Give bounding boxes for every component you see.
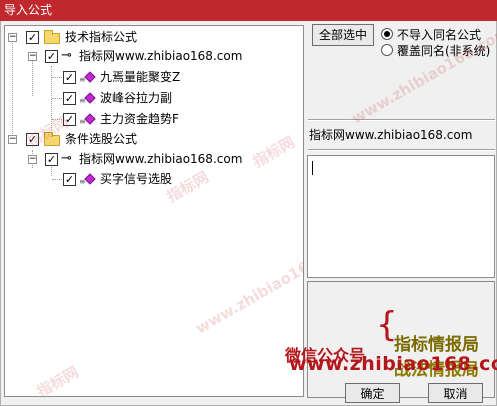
formula-tree[interactable]: − ✓ 技术指标公式 − ✓ ⊸ 指标网www.zhibiao168.com ✓…	[4, 25, 304, 397]
radio-skip-duplicates[interactable]	[381, 28, 393, 40]
formula-mark-icon: ≡	[79, 96, 86, 105]
item-checkbox[interactable]: ✓	[63, 92, 76, 105]
key-icon: ⊸	[61, 151, 72, 166]
tree-connector	[52, 98, 62, 99]
formula-mark-icon: ≡	[79, 177, 86, 186]
source-checkbox[interactable]: ✓	[45, 50, 58, 63]
promo-url: www.zhibiao168.com	[289, 353, 497, 375]
promo-line-1: 指标情报局	[394, 335, 479, 355]
source-info-text: 指标网www.zhibiao168.com	[309, 128, 473, 142]
radio-overwrite-duplicates[interactable]	[381, 44, 393, 56]
formula-description-box[interactable]	[307, 155, 495, 278]
tree-item[interactable]: ✓ ≡ 波峰谷拉力副	[5, 89, 295, 107]
formula-gem-icon	[84, 113, 96, 125]
tree-item[interactable]: ✓ ≡ 买字信号选股	[5, 170, 295, 188]
item-label: 九焉量能聚变Z	[100, 70, 181, 84]
source-label: 指标网www.zhibiao168.com	[79, 152, 243, 166]
item-label: 买字信号选股	[100, 172, 173, 186]
item-checkbox[interactable]: ✓	[63, 71, 76, 84]
item-checkbox[interactable]: ✓	[63, 173, 76, 186]
formula-mark-icon: ≡	[79, 75, 86, 84]
item-label: 主力资金趋势F	[100, 112, 179, 126]
title-bar: 导入公式	[0, 0, 497, 21]
formula-gem-icon	[84, 173, 96, 185]
window-title: 导入公式	[4, 3, 53, 17]
folder-icon	[44, 30, 60, 44]
group-label: 条件选股公式	[65, 132, 138, 146]
watermark: 指标网	[33, 362, 82, 397]
divider	[308, 149, 495, 151]
tree-source-technical[interactable]: − ✓ ⊸ 指标网www.zhibiao168.com	[5, 47, 295, 65]
formula-mark-icon: ≡	[79, 117, 86, 126]
item-label: 波峰谷拉力副	[100, 91, 173, 105]
divider	[308, 119, 495, 121]
tree-connector	[52, 77, 62, 78]
ok-button[interactable]: 确定	[345, 383, 400, 403]
key-icon: ⊸	[61, 48, 72, 63]
group-label: 技术指标公式	[65, 30, 138, 44]
collapse-toggle-icon[interactable]: −	[28, 52, 37, 61]
radio-skip-duplicates-label[interactable]: 不导入同名公式	[397, 26, 481, 43]
tree-connector	[52, 179, 62, 180]
source-label: 指标网www.zhibiao168.com	[79, 49, 243, 63]
tree-item[interactable]: ✓ ≡ 九焉量能聚变Z	[5, 68, 295, 86]
formula-gem-icon	[84, 71, 96, 83]
tree-group-technical[interactable]: − ✓ 技术指标公式	[5, 28, 295, 46]
collapse-toggle-icon[interactable]: −	[28, 155, 37, 164]
cancel-button[interactable]: 取消	[428, 383, 483, 403]
group-checkbox[interactable]: ✓	[26, 31, 39, 44]
collapse-toggle-icon[interactable]: −	[8, 33, 17, 42]
select-all-button[interactable]: 全部选中	[312, 24, 374, 46]
source-checkbox[interactable]: ✓	[45, 153, 58, 166]
collapse-toggle-icon[interactable]: −	[8, 135, 17, 144]
text-caret	[312, 161, 313, 175]
formula-gem-icon	[84, 92, 96, 104]
watermark: www.zhibiao168.com	[192, 232, 304, 338]
